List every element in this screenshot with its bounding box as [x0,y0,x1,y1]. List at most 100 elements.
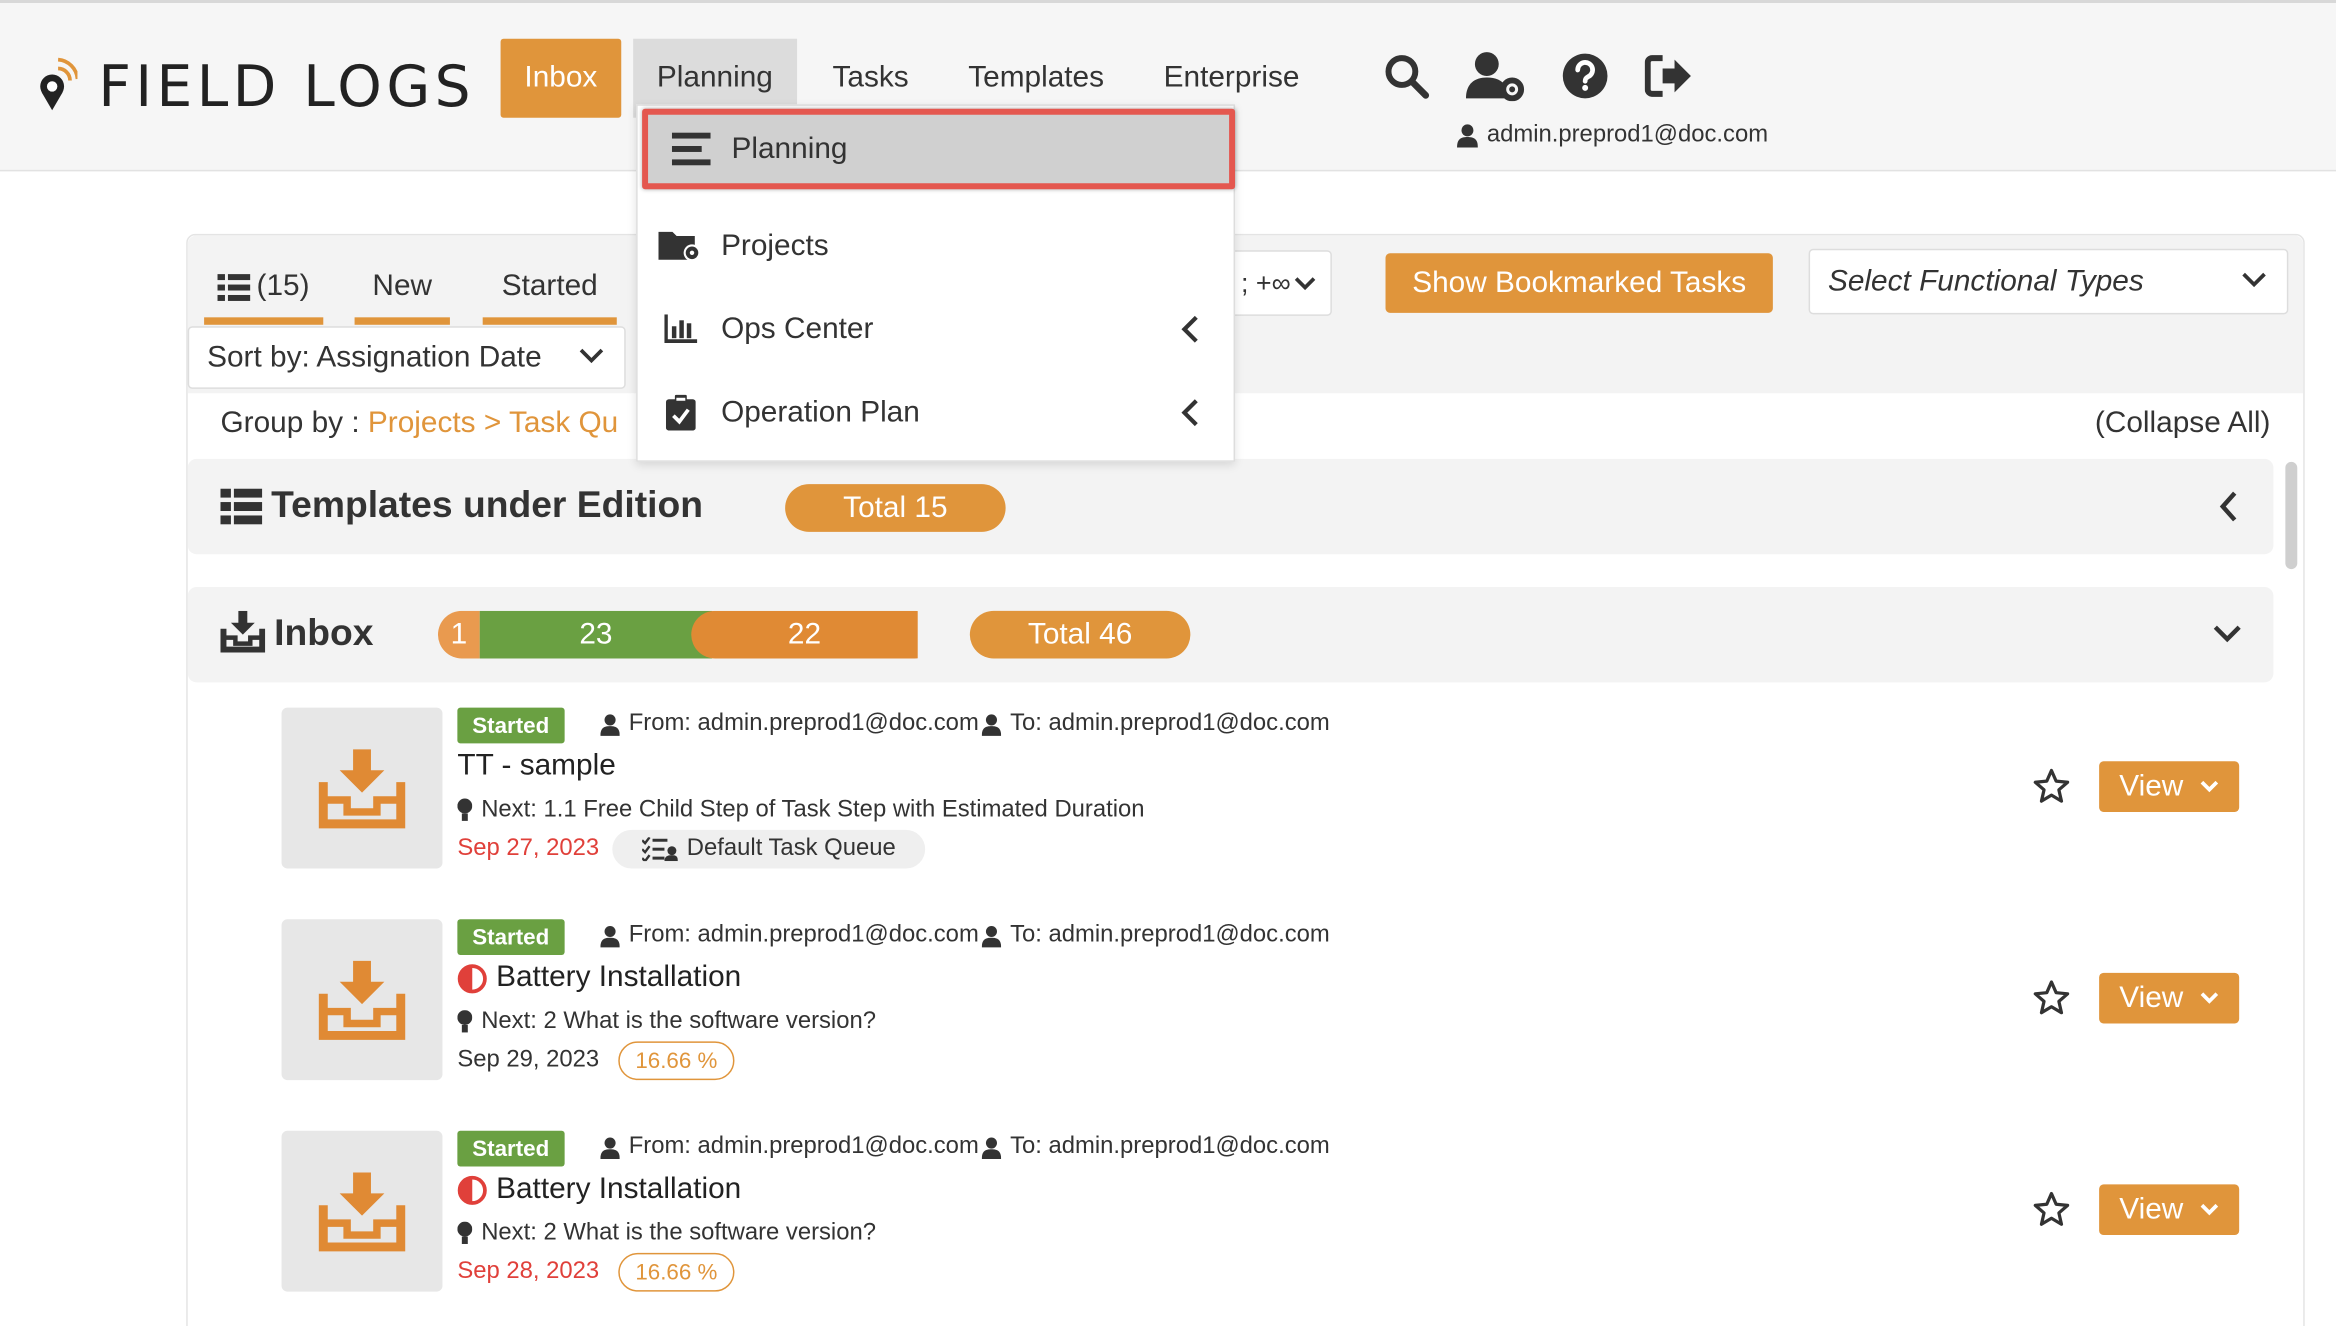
inbox-download-icon [220,610,266,653]
tab-started[interactable]: Started [482,256,617,325]
templates-section-header[interactable]: Templates under Edition Total 15 [187,458,2274,555]
task-date: Sep 29, 2023 [457,1047,600,1073]
inbox-section-header[interactable]: Inbox 1 23 22 Total 46 [187,586,2274,683]
task-name[interactable]: Battery Installation [457,961,741,995]
lightbulb-icon [457,798,473,821]
menu-item-planning[interactable]: Planning [642,108,1236,190]
task-from: From: admin.preprod1@doc.com [600,711,979,738]
task-to: To: admin.preprod1@doc.com [981,710,1330,738]
planning-dropdown-menu: Planning Projects Ops Center Operation P… [636,104,1236,462]
inbox-total-badge: Total 46 [969,610,1191,659]
group-by-label: Group by : [220,406,360,440]
chevron-down-icon [2199,780,2218,793]
chevron-left-icon [1181,315,1198,343]
app-window: FIELD LOGS Inbox Planning Tasks Template… [0,0,2336,1326]
menu-item-operation-plan[interactable]: Operation Plan [638,371,1234,454]
date-range-select[interactable]: ; +∞ [1224,250,1332,316]
progress-badge: 16.66 % [618,1252,735,1292]
chevron-down-icon [2199,1203,2218,1216]
templates-section-title: Templates under Edition [271,484,703,526]
task-from-text: From: admin.preprod1@doc.com [628,922,979,948]
chevron-down-icon [2242,272,2266,288]
task-next-text: Next: 1.1 Free Child Step of Task Step w… [481,797,1145,823]
progress-badge: 16.66 % [618,1041,735,1081]
status-segment-not-started: 1 [438,610,480,659]
bookmark-star-icon[interactable] [2032,1190,2071,1229]
task-from: From: admin.preprod1@doc.com [600,922,979,949]
inbox-status-bar: 1 23 22 [438,610,939,659]
collapse-all-link[interactable]: (Collapse All) [2095,407,2271,441]
task-next-text: Next: 2 What is the software version? [481,1008,877,1034]
tab-all[interactable]: (15) [204,256,324,325]
functional-types-placeholder: Select Functional Types [1827,264,2144,298]
task-from: From: admin.preprod1@doc.com [600,1134,979,1161]
status-badge: Started [457,1130,565,1167]
user-icon [600,925,620,947]
task-queue-badge: Default Task Queue [612,829,926,869]
clipboard-check-icon [658,394,703,431]
task-next-text: Next: 2 What is the software version? [481,1220,877,1246]
task-thumbnail [281,919,443,1081]
group-by-link[interactable]: Projects > Task Qu [368,407,618,440]
sort-select[interactable]: Sort by: Assignation Date [187,326,626,389]
view-button[interactable]: View [2099,761,2240,812]
view-button[interactable]: View [2099,1184,2240,1236]
group-by: Group by : Projects > Task Qu [220,407,618,441]
functional-types-select[interactable]: Select Functional Types [1808,248,2289,315]
list-icon [217,273,251,301]
task-to-text: To: admin.preprod1@doc.com [1010,710,1330,736]
menu-item-label: Planning [731,131,848,165]
status-segment-other: 22 [691,610,918,659]
chevron-down-icon [1295,277,1316,291]
half-circle-status-icon [457,1175,487,1205]
folder-gear-icon [658,228,703,264]
show-bookmarked-tasks-button[interactable]: Show Bookmarked Tasks [1385,253,1773,313]
user-icon [981,925,1002,947]
task-next-step: Next: 1.1 Free Child Step of Task Step w… [457,797,1145,824]
task-thumbnail [281,707,443,869]
menu-item-ops-center[interactable]: Ops Center [638,288,1234,371]
task-date: Sep 27, 2023 [457,835,600,862]
help-icon[interactable] [1561,52,1609,100]
menu-item-projects[interactable]: Projects [638,204,1234,287]
task-row[interactable]: Started From: admin.preprod1@doc.com To:… [281,707,2263,869]
user-icon [981,1136,1002,1159]
scrollbar[interactable] [2285,461,2298,570]
nav-inbox[interactable]: Inbox [500,38,622,118]
task-name[interactable]: TT - sample [457,749,615,783]
search-icon[interactable] [1383,52,1431,100]
bars-icon [669,132,714,166]
bookmark-star-icon[interactable] [2032,979,2071,1018]
task-row[interactable]: Started From: admin.preprod1@doc.com To:… [281,1130,2263,1292]
user-settings-icon[interactable] [1465,51,1526,102]
task-queue-icon [642,837,678,862]
lightbulb-icon [457,1221,473,1244]
menu-item-label: Projects [721,228,829,262]
lightbulb-icon [457,1010,473,1033]
logo-text: FIELD LOGS [98,53,476,120]
menu-item-label: Ops Center [721,312,874,345]
user-email: admin.preprod1@doc.com [1486,122,1769,148]
tab-new[interactable]: New [354,256,450,325]
list-icon [220,488,263,525]
logo[interactable]: FIELD LOGS [33,53,476,120]
status-badge: Started [457,707,565,744]
task-row[interactable]: Started From: admin.preprod1@doc.com To:… [281,919,2263,1081]
view-button[interactable]: View [2099,972,2240,1024]
inbox-download-icon [318,749,406,829]
logout-icon[interactable] [1644,54,1693,99]
half-circle-status-icon [457,963,487,993]
date-range-value: ; +∞ [1241,267,1291,298]
inbox-section-title: Inbox [274,612,374,655]
bookmark-star-icon[interactable] [2032,767,2071,806]
view-button-label: View [2119,981,2184,1014]
chevron-down-icon[interactable] [2211,623,2244,647]
user-icon [981,713,1002,736]
chevron-left-icon[interactable] [2217,489,2241,525]
chart-icon [658,314,703,344]
task-name-text: Battery Installation [496,960,742,994]
inbox-download-icon [318,960,406,1040]
tasks-panel: (15) New Started ; +∞ Show Bookmarked Ta… [186,233,2305,1326]
location-signal-icon [40,57,78,111]
task-name[interactable]: Battery Installation [457,1172,741,1206]
